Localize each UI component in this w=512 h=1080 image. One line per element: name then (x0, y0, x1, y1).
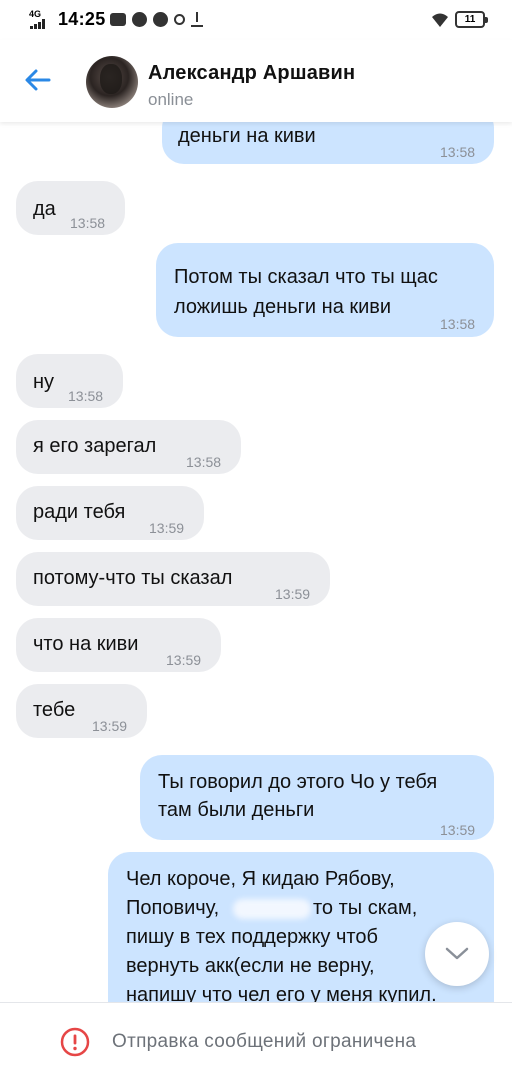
contact-status: online (148, 90, 194, 109)
message-line: ложишь деньги на киви (174, 296, 392, 318)
message-line: там были деньги (158, 799, 315, 821)
message-bubble-incoming[interactable]: ну 13:58 (16, 354, 123, 408)
vk-icon (132, 12, 147, 27)
composer-restricted-bar: Отправка сообщений ограничена (0, 1002, 512, 1080)
message-time: 13:59 (149, 520, 185, 536)
network-type: 4G (29, 9, 42, 19)
message-line: вернуть акк(если не верну, (126, 955, 375, 977)
message-line: Ты говорил до этого Чо у тебя (158, 771, 438, 793)
chat-header: Александр Аршавин online (0, 40, 512, 122)
status-icons (110, 12, 203, 27)
wifi-icon (432, 13, 448, 27)
arrow-left-icon[interactable] (22, 64, 54, 96)
message-text: ради тебя (33, 501, 126, 523)
chat-app-icon (110, 13, 126, 26)
message-bubble-incoming[interactable]: я его зарегал 13:58 (16, 420, 241, 474)
message-time: 13:59 (92, 718, 128, 734)
message-bubble-incoming[interactable]: да 13:58 (16, 181, 125, 235)
message-time: 13:59 (440, 822, 476, 838)
message-time: 13:58 (440, 144, 476, 160)
signal-bars-icon (30, 19, 48, 29)
telegram-icon (153, 12, 168, 27)
message-time: 13:58 (70, 215, 106, 231)
download-icon (191, 12, 203, 27)
message-text: да (33, 198, 56, 220)
message-line: то ты скам, (313, 897, 418, 919)
message-time: 13:58 (68, 388, 104, 404)
status-bar: 4G 14:25 11 (0, 0, 512, 40)
status-time: 14:25 (58, 9, 106, 29)
scroll-down-button[interactable] (425, 922, 489, 986)
message-bubble-outgoing[interactable]: Ты говорил до этого Чо у тебя там были д… (140, 755, 494, 840)
message-bubble-incoming[interactable]: потому-что ты сказал 13:59 (16, 552, 330, 606)
message-line: Потом ты сказал что ты щас (174, 266, 438, 288)
message-time: 13:58 (186, 454, 222, 470)
message-bubble-incoming[interactable]: тебе 13:59 (16, 684, 147, 738)
message-text: потому-что ты сказал (33, 567, 233, 589)
message-text: деньги на киви (178, 125, 316, 147)
message-text: я его зарегал (33, 435, 157, 457)
message-bubble-outgoing[interactable]: Потом ты сказал что ты щас ложишь деньги… (156, 243, 494, 337)
redacted-blur (233, 899, 311, 919)
message-time: 13:58 (440, 316, 476, 332)
messaging-restricted-text: Отправка сообщений ограничена (112, 1031, 417, 1052)
battery-indicator: 11 (455, 11, 488, 28)
message-line: Поповичу, (126, 897, 220, 919)
message-list[interactable]: деньги на киви 13:58 да 13:58 Потом ты с… (0, 122, 512, 1002)
contact-name[interactable]: Александр Аршавин (148, 62, 355, 85)
message-line: пишу в тех поддержку чтоб (126, 926, 378, 948)
message-bubble-incoming[interactable]: что на киви 13:59 (16, 618, 221, 672)
exclamation-circle-icon (60, 1027, 90, 1057)
message-bubble-outgoing[interactable]: деньги на киви 13:58 (162, 122, 494, 164)
message-line: Чел короче, Я кидаю Рябову, (126, 868, 395, 890)
avatar[interactable] (86, 56, 138, 108)
message-text: что на киви (33, 633, 139, 655)
message-time: 13:59 (275, 586, 311, 602)
message-bubble-outgoing[interactable]: Чел короче, Я кидаю Рябову, Поповичу, то… (108, 852, 494, 1002)
message-bubble-incoming[interactable]: ради тебя 13:59 (16, 486, 204, 540)
message-text: тебе (33, 699, 76, 721)
signal-icon (174, 14, 185, 25)
message-text: ну (33, 371, 55, 393)
message-time: 13:59 (166, 652, 202, 668)
message-line: напишу что чел его у меня купил. (126, 984, 437, 1002)
chevron-down-icon (445, 947, 469, 960)
